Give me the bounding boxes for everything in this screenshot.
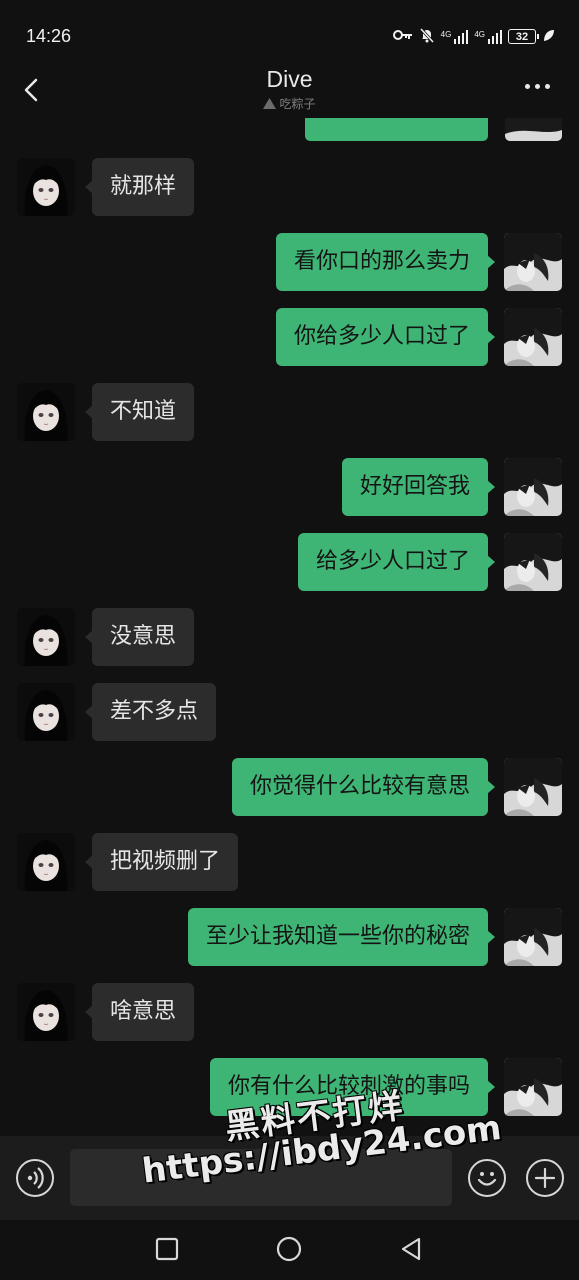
contact-avatar[interactable] <box>17 983 75 1041</box>
message-bubble[interactable]: 差不多点 <box>84 683 217 741</box>
contact-avatar[interactable] <box>17 608 75 666</box>
nav-back-triangle-icon <box>401 1237 421 1261</box>
signal-icon-2: 4G <box>474 29 502 44</box>
message-bubble[interactable]: 看你口的那么卖力 <box>275 233 496 291</box>
outgoing-message: 好好回答我 <box>0 458 579 518</box>
outgoing-message: 你觉得什么比较有意思 <box>0 758 579 818</box>
my-avatar[interactable] <box>504 1058 562 1116</box>
outgoing-message: 至少让我知道一些你的秘密 <box>0 908 579 968</box>
my-avatar[interactable] <box>504 908 562 966</box>
nav-square-icon <box>155 1237 179 1261</box>
incoming-message: 啥意思 <box>0 983 579 1043</box>
message-bubble[interactable]: 你觉得什么比较有意思 <box>231 758 496 816</box>
incoming-message: 不知道 <box>0 383 579 443</box>
nav-recents-button[interactable] <box>152 1234 182 1264</box>
message-bubble[interactable]: 就那样 <box>84 158 195 216</box>
chat-title[interactable]: Dive <box>0 66 579 93</box>
message-bubble[interactable]: 你给多少人口过了 <box>275 308 496 366</box>
message-bubble[interactable]: 给多少人口过了 <box>297 533 496 591</box>
chat-subtitle-text: 吃粽子 <box>279 97 316 111</box>
incoming-message: 就那样 <box>0 158 579 218</box>
outgoing-message: 你给多少人口过了 <box>0 308 579 368</box>
status-bar: 14:26 4G 4G 32 <box>0 0 579 60</box>
outgoing-message: 给多少人口过了 <box>0 533 579 593</box>
message-input[interactable] <box>70 1149 452 1206</box>
my-avatar[interactable] <box>504 758 562 816</box>
chat-subtitle: 吃粽子 <box>0 95 579 112</box>
system-nav-bar <box>0 1220 579 1280</box>
incoming-message: 把视频删了 <box>0 833 579 893</box>
chat-header: Dive 吃粽子 <box>0 60 579 118</box>
message-bubble[interactable]: 没意思 <box>84 608 195 666</box>
message-bubble[interactable]: 好好回答我 <box>341 458 496 516</box>
more-dots-icon <box>525 84 530 89</box>
contact-avatar[interactable] <box>17 383 75 441</box>
status-icons: 4G 4G 32 <box>392 27 555 46</box>
input-bar <box>0 1136 579 1220</box>
mute-bell-icon <box>419 27 435 46</box>
partial-message-bubble <box>305 118 488 141</box>
message-bubble[interactable]: 啥意思 <box>84 983 195 1041</box>
signal-icon-1: 4G <box>441 29 469 44</box>
incoming-message: 没意思 <box>0 608 579 668</box>
more-button[interactable] <box>525 84 553 94</box>
message-bubble[interactable]: 你有什么比较刺激的事吗 <box>209 1058 496 1116</box>
plus-button[interactable] <box>526 1159 564 1197</box>
message-bubble[interactable]: 至少让我知道一些你的秘密 <box>187 908 496 966</box>
status-mini-icon <box>263 98 277 109</box>
my-avatar[interactable] <box>504 233 562 291</box>
my-avatar[interactable] <box>504 458 562 516</box>
contact-avatar[interactable] <box>17 158 75 216</box>
my-avatar[interactable] <box>504 308 562 366</box>
partial-avatar <box>505 118 562 141</box>
voice-icon <box>27 1167 44 1189</box>
message-bubble[interactable]: 把视频删了 <box>84 833 239 891</box>
leaf-icon <box>542 29 555 45</box>
nav-back-button[interactable] <box>396 1234 426 1264</box>
status-time: 14:26 <box>26 26 72 46</box>
my-avatar[interactable] <box>504 533 562 591</box>
plus-icon <box>534 1167 556 1189</box>
contact-avatar[interactable] <box>17 683 75 741</box>
message-list[interactable]: 就那样看你口的那么卖力 你给多少人口过了不知道好好回答我给多少人口过了没意思差不多… <box>0 118 579 1136</box>
outgoing-message: 你有什么比较刺激的事吗 <box>0 1058 579 1118</box>
voice-button[interactable] <box>16 1159 54 1197</box>
nav-home-button[interactable] <box>274 1234 304 1264</box>
key-icon <box>392 29 413 44</box>
nav-circle-icon <box>276 1236 302 1262</box>
incoming-message: 差不多点 <box>0 683 579 743</box>
battery-icon: 32 <box>508 29 539 44</box>
emoji-icon <box>477 1172 497 1186</box>
outgoing-message: 看你口的那么卖力 <box>0 233 579 293</box>
emoji-button[interactable] <box>468 1159 506 1197</box>
contact-avatar[interactable] <box>17 833 75 891</box>
message-bubble[interactable]: 不知道 <box>84 383 195 441</box>
